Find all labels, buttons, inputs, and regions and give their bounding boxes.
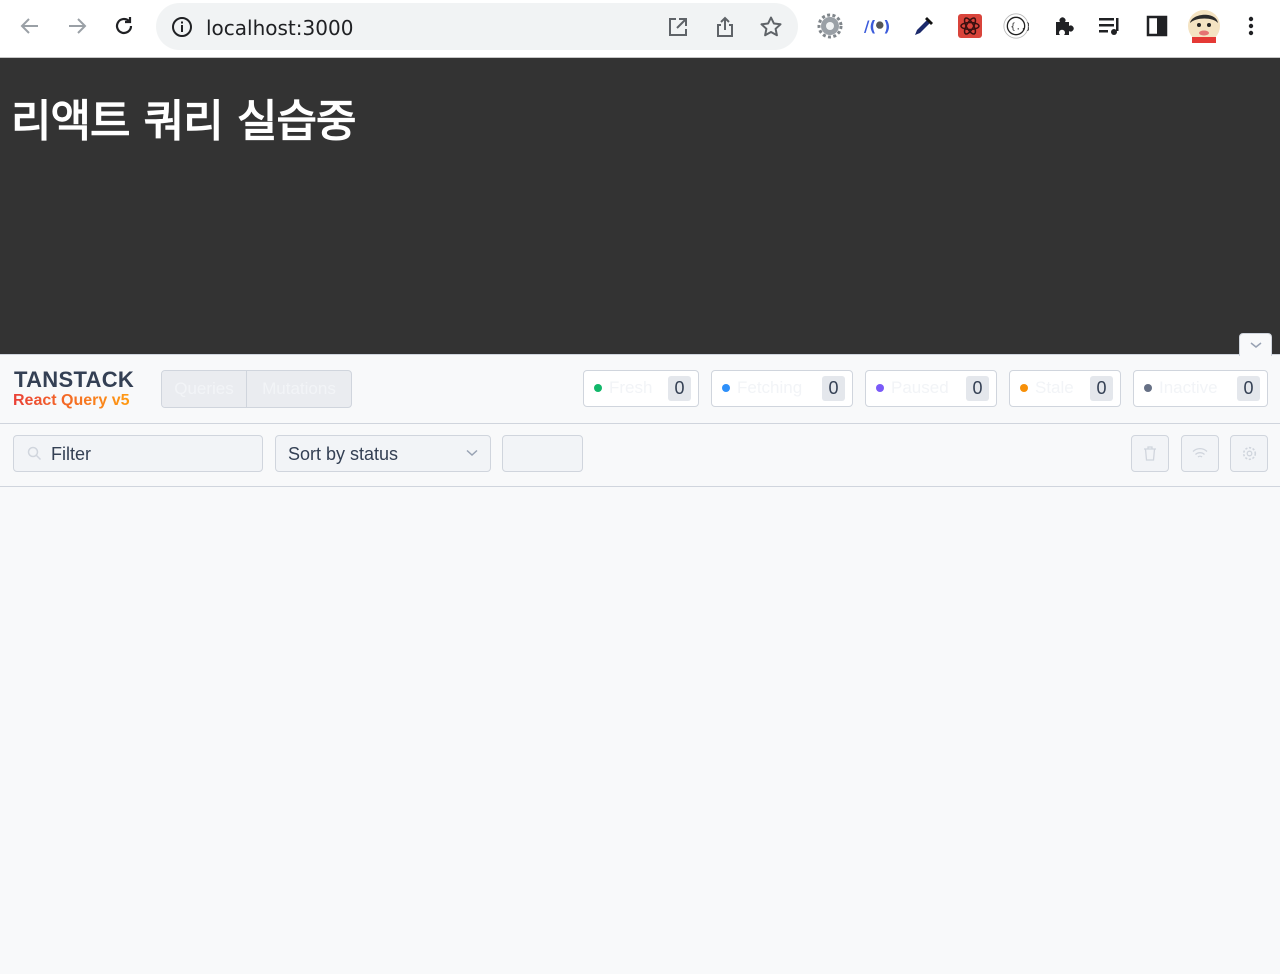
svg-text:{..}: {..}: [1010, 22, 1029, 32]
chevron-down-icon: [466, 449, 478, 457]
forward-icon[interactable]: [64, 13, 90, 39]
arrow-up-icon: ↑: [555, 443, 564, 463]
menu-kebab-icon[interactable]: [1238, 12, 1264, 40]
wifi-icon: [1192, 447, 1208, 458]
sort-value: Sort by status: [288, 444, 399, 464]
close-devtools-button[interactable]: [1239, 333, 1272, 356]
share-icon[interactable]: [713, 15, 737, 39]
fresh-dot-icon: [594, 384, 602, 392]
tab-queries[interactable]: Queries: [162, 371, 247, 407]
status-count: 0: [1237, 376, 1260, 401]
status-badge-stale[interactable]: Stale 0: [1009, 370, 1121, 407]
status-label: Paused: [891, 378, 949, 397]
status-count: 0: [668, 376, 691, 401]
side-panel-icon[interactable]: [1144, 12, 1170, 40]
tab-mutations[interactable]: Mutations: [247, 371, 351, 407]
clear-cache-button[interactable]: [1131, 435, 1169, 472]
chevron-down-icon: [1250, 342, 1261, 348]
back-icon[interactable]: [17, 13, 43, 39]
reload-icon[interactable]: [111, 13, 137, 39]
sort-order-label: Asc: [521, 443, 550, 463]
stale-dot-icon: [1020, 384, 1028, 392]
svg-text:): ): [884, 18, 891, 36]
status-count: 0: [1090, 376, 1113, 401]
filter-input[interactable]: Filter: [13, 435, 263, 472]
status-count: 0: [822, 376, 845, 401]
page-heading: 리액트 쿼리 실습중: [11, 96, 356, 147]
brand-react-query[interactable]: React Query v5: [13, 392, 130, 410]
status-badge-paused[interactable]: Paused 0: [865, 370, 997, 407]
open-in-app-icon[interactable]: [666, 15, 690, 39]
search-icon: [27, 446, 42, 461]
fetching-dot-icon: [722, 384, 730, 392]
status-label: Fetching: [737, 378, 803, 397]
extensions-puzzle-icon[interactable]: [1051, 12, 1077, 40]
status-badge-fetching[interactable]: Fetching 0: [711, 370, 853, 407]
devtools-controls: Filter Sort by status Asc ↑: [0, 424, 1280, 487]
site-info-icon[interactable]: [170, 15, 194, 39]
status-label: Fresh: [609, 378, 653, 397]
extension-gear-icon[interactable]: [817, 12, 843, 40]
svg-text:/(: /(: [864, 18, 876, 36]
sort-select[interactable]: Sort by status: [275, 435, 491, 472]
filter-placeholder: Filter: [51, 444, 91, 464]
status-label: Inactive: [1159, 378, 1218, 397]
inactive-dot-icon: [1144, 384, 1152, 392]
browser-toolbar: localhost:3000 /() {..}: [0, 0, 1280, 58]
brand-tanstack[interactable]: TANSTACK: [14, 367, 134, 393]
query-devtools-panel: TANSTACK React Query v5 Queries Mutation…: [0, 333, 1280, 974]
extension-json-icon[interactable]: {..}: [1003, 12, 1029, 40]
profile-avatar[interactable]: [1187, 10, 1221, 43]
status-badge-inactive[interactable]: Inactive 0: [1133, 370, 1268, 407]
status-badge-fresh[interactable]: Fresh 0: [583, 370, 699, 407]
status-count: 0: [966, 376, 989, 401]
url-text[interactable]: localhost:3000: [206, 16, 353, 40]
offline-mode-button[interactable]: [1181, 435, 1219, 472]
eyedropper-icon[interactable]: [911, 12, 937, 40]
paused-dot-icon: [876, 384, 884, 392]
bookmark-star-icon[interactable]: [759, 15, 783, 39]
app-page: 리액트 쿼리 실습중: [0, 58, 1280, 354]
devtools-header: TANSTACK React Query v5 Queries Mutation…: [0, 355, 1280, 424]
sort-order-button[interactable]: Asc ↑: [502, 435, 583, 472]
settings-button[interactable]: [1230, 435, 1268, 472]
trash-icon: [1144, 446, 1156, 461]
address-bar[interactable]: localhost:3000: [156, 3, 798, 50]
view-toggle: Queries Mutations: [161, 370, 352, 408]
reading-list-icon[interactable]: [1097, 12, 1123, 40]
gear-icon: [1242, 446, 1256, 461]
status-label: Stale: [1035, 378, 1074, 397]
extension-w-icon[interactable]: /(): [864, 12, 890, 40]
query-list-empty: [0, 487, 1280, 974]
extension-react-devtools-icon[interactable]: [957, 12, 983, 40]
